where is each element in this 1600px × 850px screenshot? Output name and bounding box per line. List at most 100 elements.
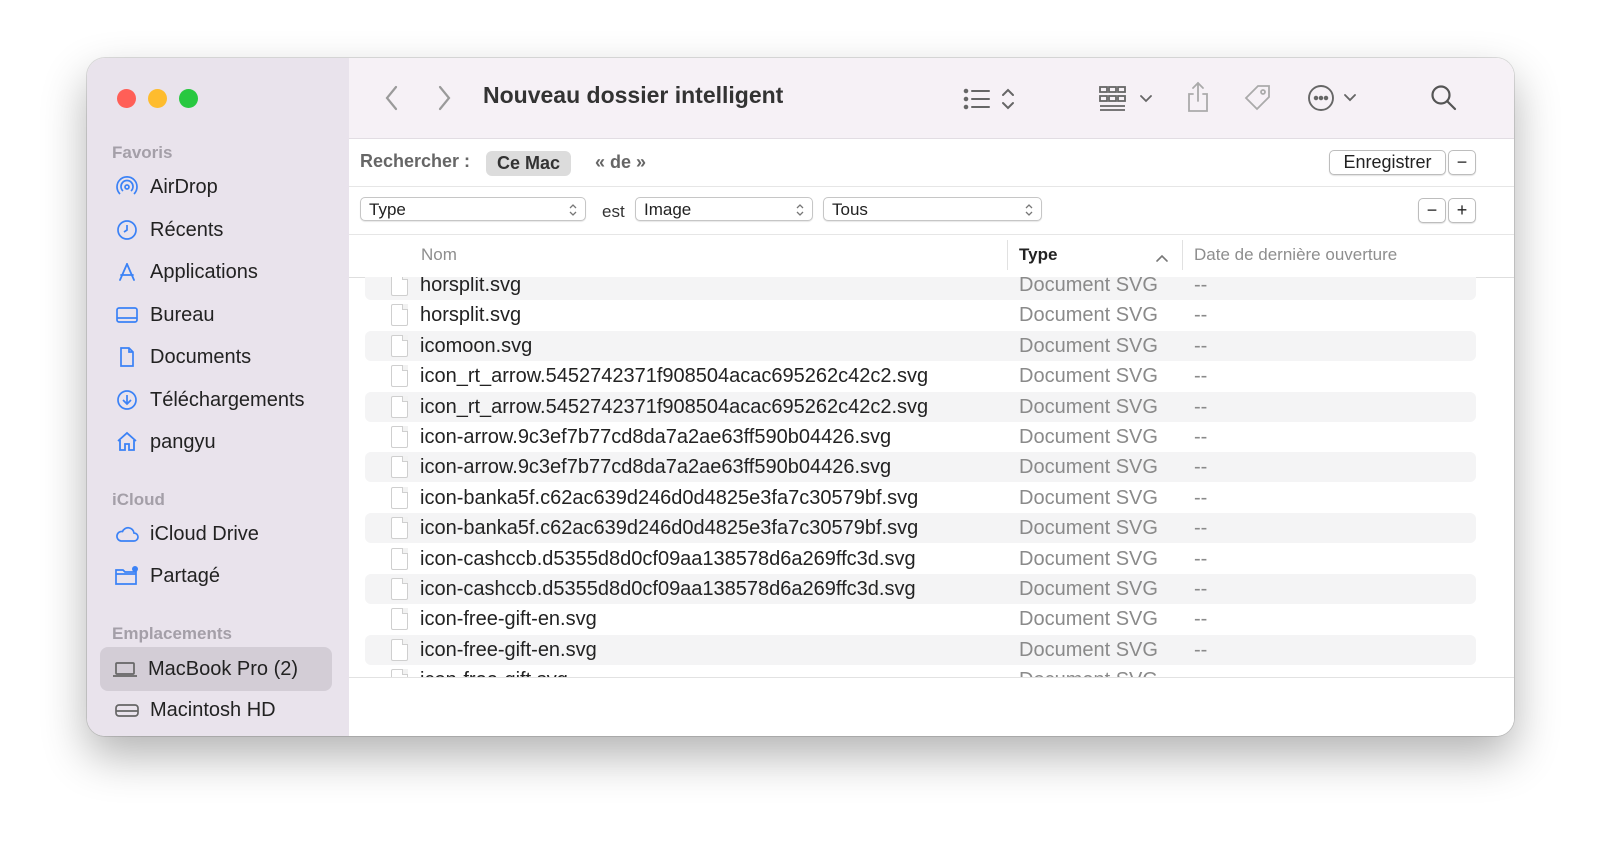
file-date: --	[1194, 334, 1208, 357]
laptop-icon	[112, 656, 138, 682]
remove-criterion-button[interactable]: −	[1418, 198, 1446, 223]
sidebar: Favoris AirDrop Récents Applications Bur…	[87, 58, 349, 736]
file-date: --	[1194, 547, 1208, 570]
svg-file-icon	[391, 277, 408, 296]
file-list: horsplit.svg Document SVG -- horsplit.svg Do…	[349, 277, 1514, 677]
file-date: --	[1194, 426, 1208, 448]
file-date: --	[1194, 456, 1208, 479]
section-favoris: Favoris	[112, 143, 173, 162]
file-type: Document SVG	[1019, 578, 1158, 600]
file-name: icomoon.svg	[420, 334, 533, 357]
svg-file-icon	[391, 334, 408, 357]
file-type: Document SVG	[1019, 304, 1158, 327]
criteria-bar: Type est Image Tous − +	[349, 187, 1514, 235]
column-divider[interactable]	[1007, 240, 1008, 270]
sidebar-item-documents[interactable]: Documents	[102, 337, 332, 377]
table-row[interactable]: icomoon.svg Document SVG --	[365, 330, 1476, 361]
column-divider[interactable]	[1182, 240, 1183, 270]
sidebar-item-label: MacBook Pro (2)	[148, 657, 299, 680]
column-date[interactable]: Date de dernière ouverture	[1194, 245, 1397, 265]
file-name: icon-banka5f.c62ac639d246d0d4825e3fa7c30…	[420, 517, 919, 540]
list-view-icon[interactable]	[963, 86, 1021, 112]
table-row[interactable]: icon-arrow.9c3ef7b77cd8da7a2ae63ff590b04…	[365, 452, 1476, 483]
sidebar-item-label: AirDrop	[150, 175, 218, 198]
scope-this-mac-button[interactable]: Ce Mac	[486, 151, 572, 176]
ellipsis-circle-icon[interactable]	[1307, 83, 1365, 113]
svg-file-icon	[391, 304, 408, 327]
finder-window: Favoris AirDrop Récents Applications Bur…	[87, 58, 1514, 736]
document-icon	[114, 344, 140, 370]
column-name[interactable]: Nom	[421, 245, 457, 265]
attribute-select[interactable]: Type	[360, 197, 586, 221]
file-name: horsplit.svg	[420, 277, 522, 296]
chevron-up-icon[interactable]	[1155, 250, 1169, 268]
table-row[interactable]: icon-arrow.9c3ef7b77cd8da7a2ae63ff590b04…	[365, 422, 1476, 452]
svg-file-icon	[391, 365, 408, 388]
table-row[interactable]: icon-cashccb.d5355d8d0cf09aa138578d6a269…	[365, 544, 1476, 574]
table-row[interactable]: horsplit.svg Document SVG --	[365, 277, 1476, 300]
save-button[interactable]: Enregistrer	[1329, 150, 1446, 175]
file-name: icon_rt_arrow.5452742371f908504acac69526…	[420, 395, 929, 418]
tag-icon[interactable]	[1242, 82, 1274, 114]
file-date: --	[1194, 517, 1208, 540]
file-type: Document SVG	[1019, 486, 1158, 509]
sidebar-item-icloud-drive[interactable]: iCloud Drive	[102, 514, 332, 554]
sidebar-item-label: pangyu	[150, 430, 216, 453]
sidebar-item-airdrop[interactable]: AirDrop	[102, 167, 332, 207]
sidebar-item-macbook-pro[interactable]: MacBook Pro (2)	[100, 647, 332, 691]
grid-group-icon[interactable]	[1098, 85, 1156, 113]
updown-chevron-icon	[796, 201, 804, 225]
zoom-button[interactable]	[179, 89, 198, 108]
sidebar-item-label: Récents	[150, 218, 224, 241]
file-name: icon-banka5f.c62ac639d246d0d4825e3fa7c30…	[420, 486, 919, 509]
table-row[interactable]: icon-cashccb.d5355d8d0cf09aa138578d6a269…	[365, 574, 1476, 604]
file-type: Document SVG	[1019, 608, 1158, 631]
chevron-left-icon[interactable]	[383, 84, 401, 112]
table-row[interactable]: horsplit.svg Document SVG --	[365, 300, 1476, 330]
subtype-select-value: Tous	[832, 200, 868, 219]
file-type: Document SVG	[1019, 517, 1158, 540]
file-name: icon-free-gift-en.svg	[420, 608, 597, 631]
table-row[interactable]: icon-free-gift-en.svg Document SVG --	[365, 634, 1476, 665]
file-date: --	[1194, 638, 1208, 661]
section-icloud: iCloud	[112, 490, 165, 509]
sidebar-item-pangyu[interactable]: pangyu	[102, 422, 332, 462]
sidebar-item-label: Applications	[150, 260, 258, 283]
section-emplacements: Emplacements	[112, 624, 232, 643]
table-row[interactable]: icon_rt_arrow.5452742371f908504acac69526…	[365, 361, 1476, 391]
sidebar-item-telechargements[interactable]: Téléchargements	[102, 380, 332, 420]
desktop-icon	[114, 302, 140, 328]
sidebar-item-partage[interactable]: Partagé	[102, 556, 332, 596]
file-name: icon-free-gift.svg	[420, 669, 568, 677]
subtype-select[interactable]: Tous	[823, 197, 1042, 221]
column-type[interactable]: Type	[1019, 245, 1057, 265]
table-row[interactable]: icon-banka5f.c62ac639d246d0d4825e3fa7c30…	[365, 483, 1476, 513]
sidebar-item-recents[interactable]: Récents	[102, 210, 332, 250]
toolbar: Nouveau dossier intelligent	[349, 58, 1514, 139]
file-type: Document SVG	[1019, 334, 1158, 357]
download-icon	[114, 387, 140, 413]
svg-file-icon	[391, 578, 408, 600]
operator-label: est	[602, 202, 625, 221]
scope-folder-button[interactable]: « de »	[595, 152, 646, 173]
table-row[interactable]: icon-free-gift.svg Document SVG	[365, 665, 1476, 677]
file-date: --	[1194, 304, 1208, 327]
close-button[interactable]	[117, 89, 136, 108]
sidebar-item-bureau[interactable]: Bureau	[102, 295, 332, 335]
sidebar-item-macintosh-hd[interactable]: Macintosh HD	[102, 690, 332, 730]
share-icon[interactable]	[1185, 80, 1211, 114]
table-row[interactable]: icon-free-gift-en.svg Document SVG --	[365, 604, 1476, 634]
search-icon[interactable]	[1429, 83, 1459, 113]
table-row[interactable]: icon-banka5f.c62ac639d246d0d4825e3fa7c30…	[365, 513, 1476, 544]
minimize-button[interactable]	[148, 89, 167, 108]
value-select[interactable]: Image	[635, 197, 813, 221]
table-row[interactable]: icon_rt_arrow.5452742371f908504acac69526…	[365, 391, 1476, 422]
add-criterion-button[interactable]: +	[1448, 198, 1476, 223]
disk-icon	[114, 697, 140, 723]
chevron-right-icon[interactable]	[435, 84, 453, 112]
sidebar-item-applications[interactable]: Applications	[102, 252, 332, 292]
sidebar-item-label: Bureau	[150, 303, 215, 326]
remove-search-button[interactable]: −	[1448, 150, 1476, 175]
file-name: icon_rt_arrow.5452742371f908504acac69526…	[420, 365, 929, 388]
updown-chevron-icon	[1025, 201, 1033, 225]
